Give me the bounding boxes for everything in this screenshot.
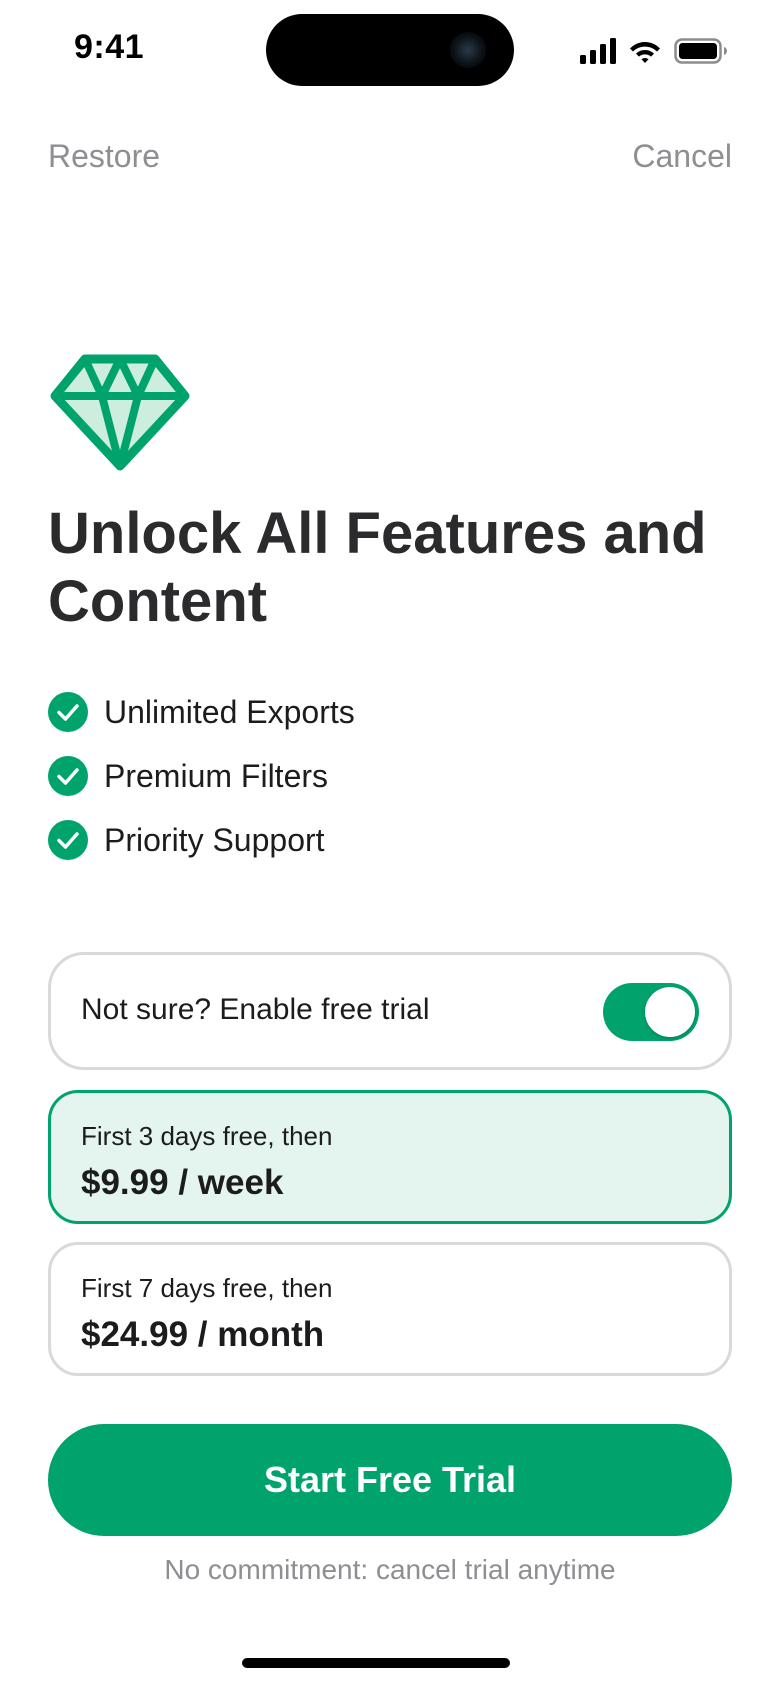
home-indicator[interactable] xyxy=(242,1658,510,1668)
feature-item: Unlimited Exports xyxy=(48,680,355,744)
diamond-icon xyxy=(50,354,190,471)
wifi-icon xyxy=(630,42,660,63)
dynamic-island xyxy=(266,14,514,86)
plan-price: $24.99 xyxy=(81,1315,189,1354)
status-time: 9:41 xyxy=(74,28,145,66)
plan-period: month xyxy=(217,1315,325,1354)
top-nav: Restore Cancel xyxy=(48,138,732,182)
plan-price-line: $24.99 / month xyxy=(81,1315,324,1355)
start-free-trial-button[interactable]: Start Free Trial xyxy=(48,1424,732,1536)
plan-price-separator: / xyxy=(178,1163,189,1202)
feature-item: Priority Support xyxy=(48,808,355,872)
free-trial-label: Not sure? Enable free trial xyxy=(81,993,430,1026)
feature-item: Premium Filters xyxy=(48,744,355,808)
footnote-text: No commitment: cancel trial anytime xyxy=(164,1554,616,1585)
check-circle-icon xyxy=(48,820,88,860)
check-circle-icon xyxy=(48,756,88,796)
check-circle-icon xyxy=(48,692,88,732)
feature-label: Unlimited Exports xyxy=(104,693,355,730)
page-title: Unlock All Features and Content xyxy=(48,501,707,634)
status-bar: 9:41 xyxy=(0,0,780,100)
cancel-button[interactable]: Cancel xyxy=(632,138,732,175)
free-trial-toggle[interactable] xyxy=(603,983,699,1041)
plan-price: $9.99 xyxy=(81,1163,169,1202)
feature-list: Unlimited Exports Premium Filters Priori… xyxy=(48,680,355,872)
free-trial-toggle-card[interactable]: Not sure? Enable free trial xyxy=(48,952,732,1070)
toggle-knob xyxy=(645,987,695,1037)
front-camera-icon xyxy=(450,32,486,68)
plan-price-line: $9.99 / week xyxy=(81,1163,283,1203)
plan-option-monthly[interactable]: First 7 days free, then $24.99 / month xyxy=(48,1242,732,1376)
plan-period: week xyxy=(197,1163,284,1202)
battery-icon xyxy=(674,38,727,64)
plan-option-weekly[interactable]: First 3 days free, then $9.99 / week xyxy=(48,1090,732,1224)
plan-trial-text: First 3 days free, then xyxy=(81,1121,333,1151)
feature-label: Premium Filters xyxy=(104,757,329,794)
plan-price-separator: / xyxy=(197,1315,208,1354)
restore-button[interactable]: Restore xyxy=(48,138,160,175)
plan-trial-text: First 7 days free, then xyxy=(81,1273,333,1303)
feature-label: Priority Support xyxy=(104,821,325,858)
cellular-signal-icon xyxy=(580,38,616,64)
status-icons xyxy=(580,36,728,66)
